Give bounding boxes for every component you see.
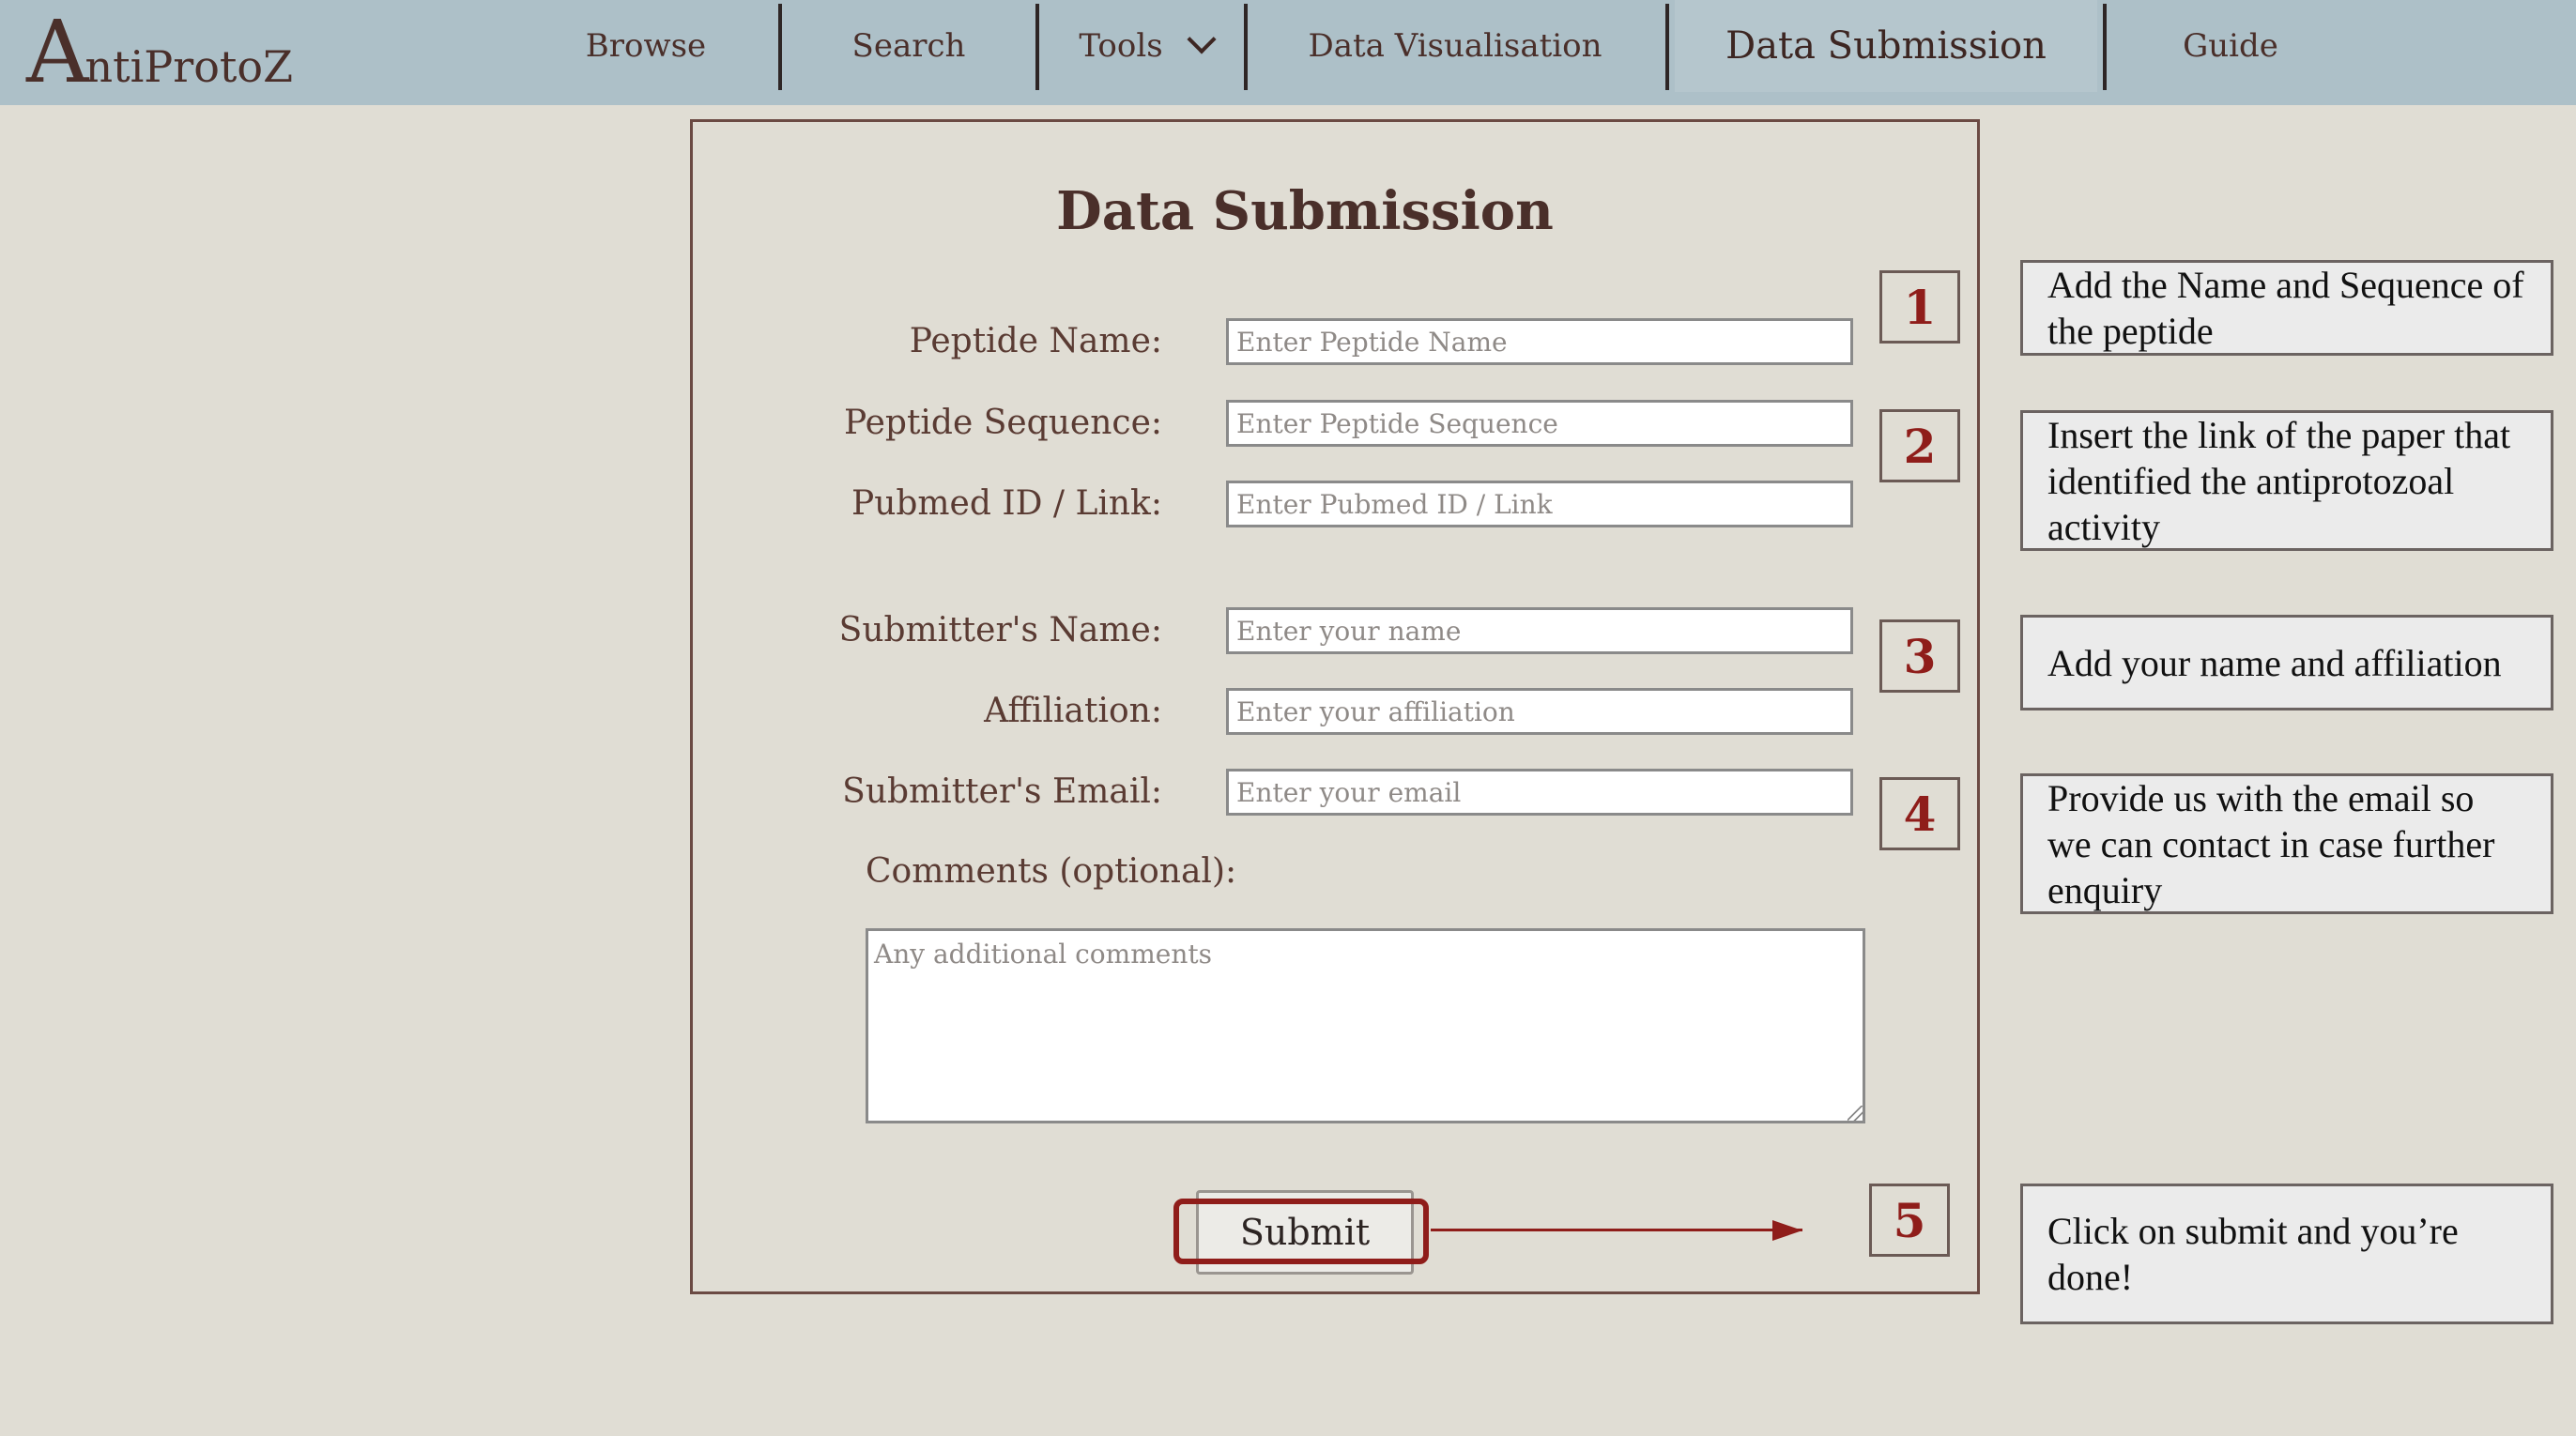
nav-data-visualisation-label: Data Visualisation (1308, 27, 1602, 65)
step-note-4-text: Provide us with the email so we can cont… (2047, 776, 2495, 911)
submitter-name-input[interactable] (1226, 607, 1853, 654)
affiliation-label: Affiliation: (984, 692, 1162, 730)
step-number-3: 3 (1879, 619, 1960, 693)
pubmed-input[interactable] (1226, 481, 1853, 527)
peptide-sequence-input[interactable] (1226, 400, 1853, 447)
arrow-right-icon (1772, 1220, 1802, 1241)
pubmed-label: Pubmed ID / Link: (851, 484, 1162, 523)
callout-arrow-line (1431, 1229, 1802, 1231)
site-logo[interactable]: A ntiProtoZ (26, 6, 293, 99)
step-note-3: Add your name and affiliation (2020, 615, 2553, 710)
logo-initial: A (26, 2, 89, 102)
nav-browse-label: Browse (585, 27, 707, 65)
textarea-resize-handle[interactable] (1848, 1106, 1863, 1121)
nav-browse[interactable]: Browse (552, 0, 740, 92)
nav-divider (1035, 4, 1039, 90)
nav-data-submission-label: Data Submission (1725, 24, 2047, 68)
step-note-1-text: Add the Name and Sequence of the peptide (2047, 264, 2524, 352)
nav-divider (778, 4, 782, 90)
submitter-name-label: Submitter's Name: (838, 611, 1162, 649)
step-note-2: Insert the link of the paper that identi… (2020, 410, 2553, 551)
page-title: Data Submission (1056, 180, 1554, 242)
peptide-name-input[interactable] (1226, 318, 1853, 365)
nav-search[interactable]: Search (815, 0, 1003, 92)
nav-tools-dropdown[interactable]: Tools (1047, 0, 1244, 92)
nav-divider (2103, 4, 2107, 90)
nav-search-label: Search (851, 27, 966, 65)
nav-data-visualisation[interactable]: Data Visualisation (1277, 0, 1633, 92)
step-note-1: Add the Name and Sequence of the peptide (2020, 260, 2553, 356)
submitter-email-input[interactable] (1226, 769, 1853, 816)
logo-text: ntiProtoZ (84, 41, 294, 92)
step-number-2: 2 (1879, 409, 1960, 482)
step-note-5-text: Click on submit and you’re done! (2047, 1210, 2459, 1298)
step-note-5: Click on submit and you’re done! (2020, 1184, 2553, 1324)
top-navbar: A ntiProtoZ Browse Search Tools Data Vis… (0, 0, 2576, 105)
step-number-1: 1 (1879, 270, 1960, 344)
affiliation-input[interactable] (1226, 688, 1853, 735)
submit-button[interactable]: Submit (1196, 1190, 1414, 1275)
step-note-4: Provide us with the email so we can cont… (2020, 773, 2553, 914)
nav-guide[interactable]: Guide (2139, 0, 2323, 92)
chevron-down-icon (1187, 24, 1217, 54)
nav-divider (1244, 4, 1248, 90)
step-note-2-text: Insert the link of the paper that identi… (2047, 413, 2511, 548)
nav-guide-label: Guide (2183, 27, 2278, 65)
peptide-sequence-label: Peptide Sequence: (843, 404, 1162, 442)
step-number-4: 4 (1879, 777, 1960, 850)
nav-data-submission[interactable]: Data Submission (1675, 0, 2097, 92)
submitter-email-label: Submitter's Email: (842, 772, 1162, 811)
step-number-5: 5 (1869, 1184, 1950, 1257)
comments-textarea[interactable] (866, 928, 1865, 1123)
nav-tools-label: Tools (1079, 27, 1163, 65)
peptide-name-label: Peptide Name: (909, 322, 1162, 360)
comments-label: Comments (optional): (866, 852, 1237, 891)
nav-divider (1665, 4, 1669, 90)
step-note-3-text: Add your name and affiliation (2047, 641, 2502, 684)
